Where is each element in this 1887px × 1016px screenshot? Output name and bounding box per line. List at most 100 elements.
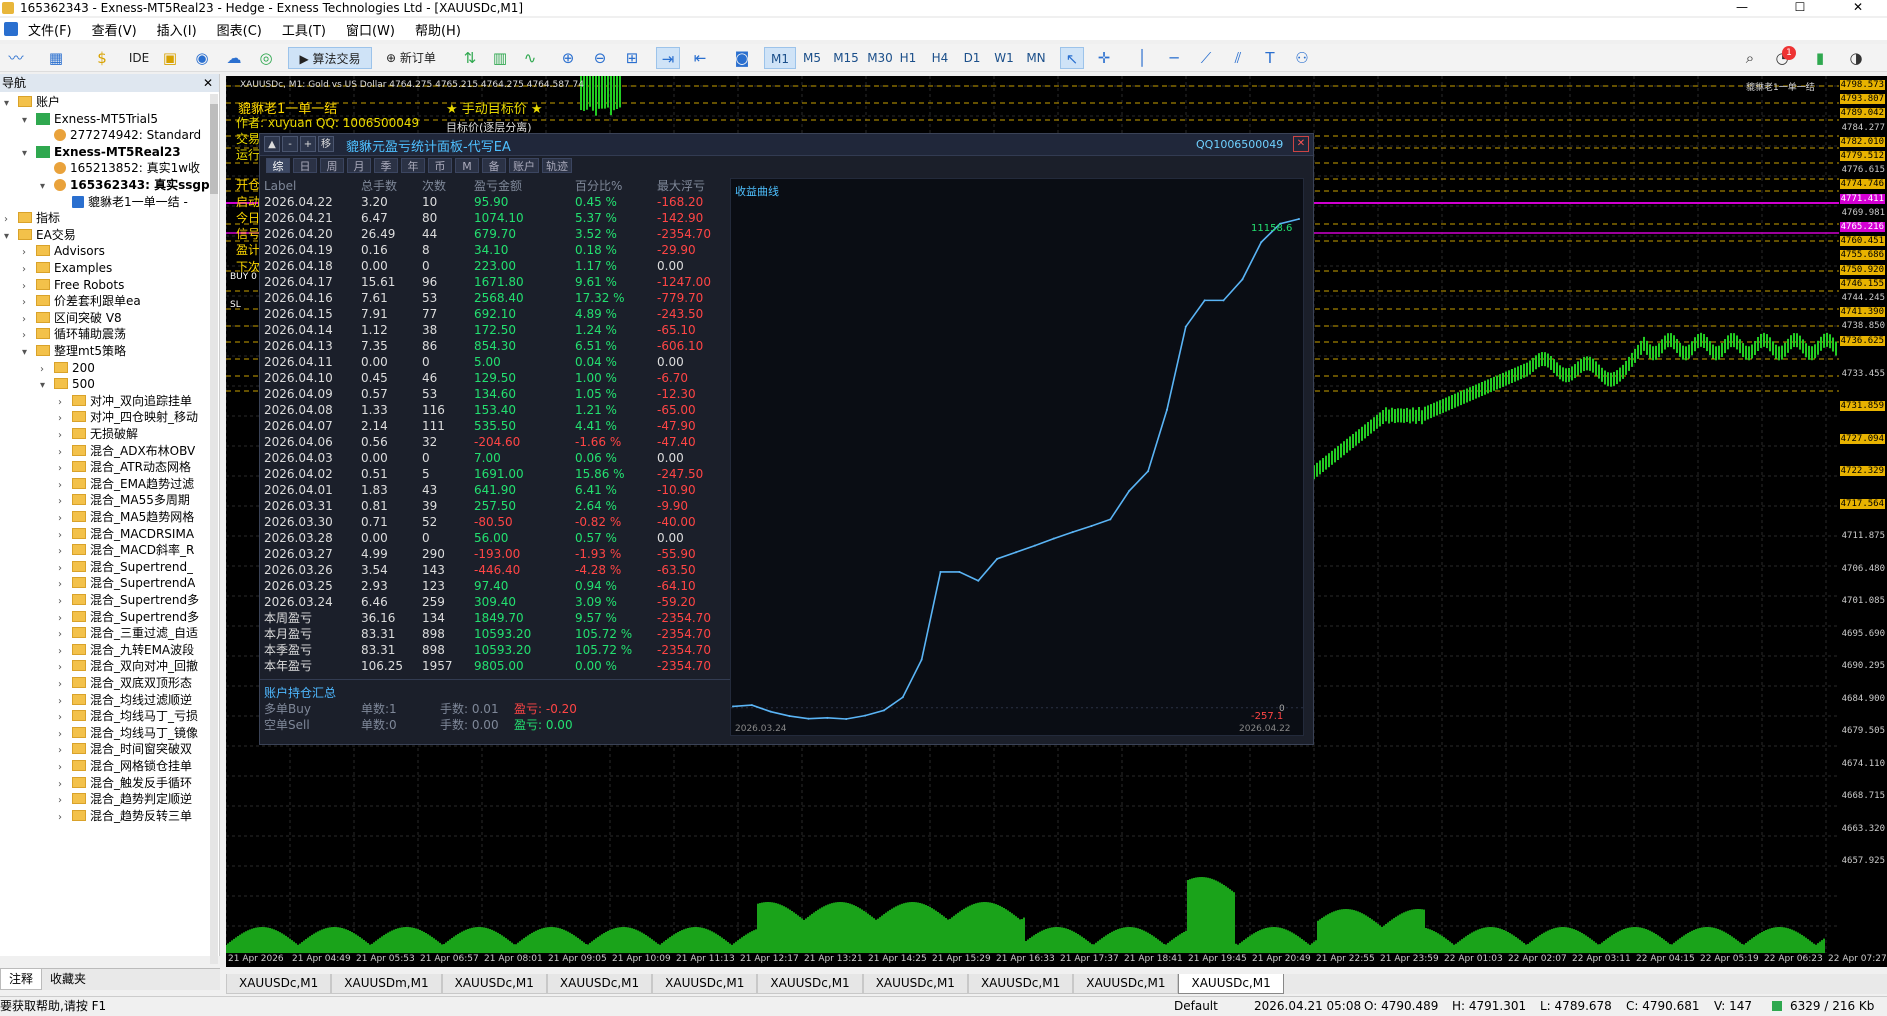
shapes-icon[interactable]: ⚇	[1290, 47, 1314, 69]
price-label: 4731.859	[1840, 401, 1885, 411]
panel-tab[interactable]: 综	[266, 158, 290, 173]
tf-h1-button[interactable]: H1	[892, 47, 924, 69]
stats-panel[interactable]: ▲ - + 移 貔貅元盈亏统计面板-代写EA QQ1006500049 ✕ 综日…	[259, 133, 1314, 745]
expand-icon[interactable]: ▾	[40, 376, 52, 394]
vertical-line-icon[interactable]: │	[1130, 47, 1154, 69]
cursor-icon[interactable]: ↖	[1060, 47, 1084, 69]
tf-h4-button[interactable]: H4	[924, 47, 956, 69]
depth-icon[interactable]: ⇅	[458, 47, 482, 69]
panel-tab[interactable]: 周	[320, 158, 344, 173]
chart-tab[interactable]: XAUUSDm,M1	[331, 974, 441, 994]
stats-cell: 116	[422, 402, 445, 418]
zoom-out-icon[interactable]: ⊖	[588, 47, 612, 69]
panel-tab[interactable]: 年	[401, 158, 425, 173]
status-profile[interactable]: Default	[1174, 997, 1218, 1015]
tree-item-label: 混合_Supertrend多	[90, 610, 199, 624]
chart-tab[interactable]: XAUUSDc,M1	[863, 974, 968, 994]
cloud-icon[interactable]: ☁	[222, 47, 246, 69]
navigator-close-icon[interactable]: ✕	[203, 74, 213, 92]
chart-tab[interactable]: XAUUSDc,M1	[968, 974, 1073, 994]
price-scale[interactable]: 4798.573 4793.807 4789.042 4784.277 4782.010…	[1839, 76, 1887, 967]
equity-point	[770, 711, 772, 713]
panel-tab[interactable]: 季	[374, 158, 398, 173]
panel-tab[interactable]: 月	[347, 158, 371, 173]
expand-icon[interactable]: ▾	[22, 144, 34, 162]
ide-button[interactable]: IDE	[124, 47, 154, 69]
expand-icon[interactable]: ▾	[40, 177, 52, 195]
chart-tab[interactable]: XAUUSDc,M1	[226, 974, 331, 994]
screenshot-icon[interactable]: ◙	[730, 47, 754, 69]
menu-charts[interactable]: 图表(C)	[207, 20, 272, 39]
chart-shift-icon[interactable]: ⇤	[688, 47, 712, 69]
tree-item[interactable]: 貔貅老1一单一结 -	[58, 192, 188, 212]
menu-help[interactable]: 帮助(H)	[405, 20, 471, 39]
folder-icon	[36, 312, 50, 323]
panel-tab[interactable]: M	[455, 158, 479, 173]
expand-icon[interactable]: ▾	[4, 94, 16, 112]
expand-icon[interactable]: ▾	[22, 111, 34, 129]
account-icon[interactable]: ◑	[1844, 47, 1868, 69]
minimize-button[interactable]: —	[1713, 0, 1771, 16]
tf-w1-button[interactable]: W1	[988, 47, 1020, 69]
chart-tab[interactable]: XAUUSDc,M1	[757, 974, 862, 994]
lock-icon[interactable]: ▣	[158, 47, 182, 69]
panel-tab[interactable]: 轨迹	[542, 158, 572, 173]
panel-plus-button[interactable]: +	[300, 136, 316, 152]
panel-tab[interactable]: 备	[482, 158, 506, 173]
menu-view[interactable]: 查看(V)	[82, 20, 147, 39]
chart-tab[interactable]: XAUUSDc,M1	[652, 974, 757, 994]
channel-icon[interactable]: ⫽	[1226, 47, 1250, 69]
panel-tab[interactable]: 账户	[509, 158, 539, 173]
time-scale[interactable]: 21 Apr 2026 21 Apr 04:49 21 Apr 05:53 21 Ap…	[226, 953, 1839, 967]
menu-file[interactable]: 文件(F)	[18, 20, 82, 39]
algo-trading-button[interactable]: ▶ 算法交易	[288, 47, 372, 69]
tab-favorites[interactable]: 收藏夹	[42, 969, 94, 990]
chart-tab[interactable]: XAUUSDc,M1	[1178, 974, 1283, 994]
tab-comments[interactable]: 注释	[0, 969, 42, 990]
candles-icon[interactable]: ▥	[488, 47, 512, 69]
close-window-button[interactable]: ✕	[1829, 0, 1887, 16]
chart-tab[interactable]: XAUUSDc,M1	[547, 974, 652, 994]
menu-tools[interactable]: 工具(T)	[272, 20, 336, 39]
scrollbar-thumb[interactable]	[210, 104, 218, 194]
zoom-in-icon[interactable]: ⊕	[556, 47, 580, 69]
search-icon[interactable]: ⌕	[1738, 47, 1762, 69]
panel-collapse-button[interactable]: ▲	[264, 136, 280, 152]
panel-tab[interactable]: 币	[428, 158, 452, 173]
tree-item[interactable]: › 混合_趋势反转三单	[58, 806, 192, 826]
tf-m5-button[interactable]: M5	[796, 47, 828, 69]
navigator-scrollbar[interactable]	[210, 94, 218, 964]
line-chart-icon[interactable]: ∿	[518, 47, 542, 69]
new-order-button[interactable]: ⊕ 新订单	[376, 47, 446, 69]
panel-tab[interactable]: 日	[293, 158, 317, 173]
horizontal-line-icon[interactable]: ─	[1162, 47, 1186, 69]
tf-m15-button[interactable]: M15	[828, 47, 864, 69]
grid-icon[interactable]: ⊞	[620, 47, 644, 69]
tf-m1-button[interactable]: M1	[764, 47, 796, 69]
stats-panel-close-button[interactable]: ✕	[1293, 136, 1309, 152]
chart-tab[interactable]: XAUUSDc,M1	[442, 974, 547, 994]
stats-cell: 1691.00	[474, 466, 524, 482]
chart-type-icon[interactable]: 〰	[4, 47, 28, 69]
expand-icon[interactable]: ▾	[4, 227, 16, 245]
market-icon[interactable]: $	[90, 47, 114, 69]
stats-panel-header[interactable]: ▲ - + 移 貔貅元盈亏统计面板-代写EA QQ1006500049 ✕	[260, 134, 1313, 156]
menu-insert[interactable]: 插入(I)	[147, 20, 207, 39]
tf-d1-button[interactable]: D1	[956, 47, 988, 69]
crosshair-icon[interactable]: ✛	[1092, 47, 1116, 69]
panel-move-button[interactable]: 移	[318, 136, 334, 152]
menu-window[interactable]: 窗口(W)	[336, 20, 405, 39]
stats-cell: 本月盈亏	[264, 626, 312, 642]
vps-icon[interactable]: ◎	[254, 47, 278, 69]
chart-tab[interactable]: XAUUSDc,M1	[1073, 974, 1178, 994]
tf-mn-button[interactable]: MN	[1020, 47, 1052, 69]
maximize-button[interactable]: ☐	[1771, 0, 1829, 16]
expand-icon[interactable]: ▾	[22, 343, 34, 361]
autoscroll-icon[interactable]: ⇥	[656, 47, 680, 69]
panel-minus-button[interactable]: -	[282, 136, 298, 152]
trendline-icon[interactable]: ⟋	[1194, 47, 1218, 69]
signal-icon[interactable]: ◉	[190, 47, 214, 69]
new-chart-icon[interactable]: ▦	[44, 47, 68, 69]
expand-icon[interactable]: ›	[58, 808, 70, 826]
text-tool-icon[interactable]: T	[1258, 47, 1282, 69]
